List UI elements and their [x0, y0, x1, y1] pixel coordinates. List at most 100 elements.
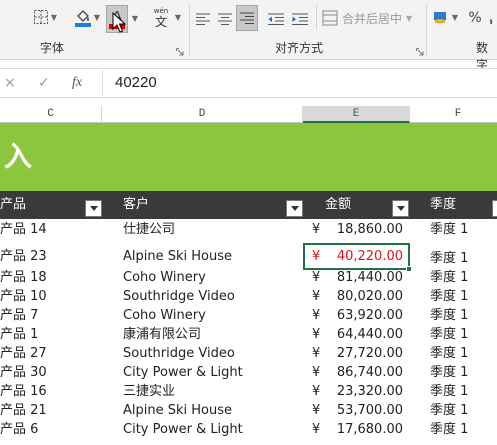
cell-amount[interactable]: 81,440.00: [337, 268, 403, 287]
cell-product[interactable]: 产品 27: [0, 344, 47, 363]
phonetic-guide-button[interactable]: wén 文 ▼: [150, 4, 182, 30]
insert-function-button[interactable]: fx: [72, 75, 82, 91]
fill-color-icon: [74, 10, 91, 27]
cell-quarter[interactable]: 季度 1: [430, 220, 468, 239]
filter-button-product[interactable]: [85, 200, 102, 217]
cell-customer[interactable]: Alpine Ski House: [123, 247, 232, 266]
cell-customer[interactable]: City Power & Light: [123, 420, 243, 439]
comma-style-button[interactable]: [486, 5, 497, 31]
cell-amount[interactable]: 86,740.00: [337, 363, 403, 382]
cell-amount[interactable]: 53,700.00: [337, 401, 403, 420]
cell-quarter[interactable]: 季度 1: [430, 287, 468, 306]
phonetic-label: wén: [154, 7, 168, 15]
column-header-e[interactable]: E: [303, 106, 410, 123]
enter-icon[interactable]: ✓: [38, 75, 50, 91]
cancel-icon[interactable]: ×: [4, 75, 16, 91]
align-left-icon: [196, 13, 210, 25]
table-row[interactable]: 产品 16 三捷实业 ¥ 23,320.00 季度 1: [0, 382, 497, 401]
table-row[interactable]: 产品 7 Coho Winery ¥ 63,920.00 季度 1: [0, 306, 497, 325]
fill-handle[interactable]: [406, 266, 412, 272]
table-body: 产品 14 仕捷公司 ¥ 18,860.00 季度 1 产品 23 Alpine…: [0, 219, 497, 445]
cell-currency: ¥: [312, 403, 321, 418]
cell-quarter[interactable]: 季度 1: [430, 344, 468, 363]
decrease-indent-button[interactable]: [265, 6, 287, 32]
font-dialog-launcher[interactable]: [176, 45, 184, 56]
cell-currency: ¥: [312, 346, 321, 361]
cell-amount[interactable]: 17,680.00: [337, 420, 403, 439]
cell-product[interactable]: 产品 16: [0, 382, 47, 401]
cell-customer[interactable]: 三捷实业: [123, 382, 175, 401]
cell-product[interactable]: 产品 21: [0, 401, 47, 420]
cell-customer[interactable]: Southridge Video: [123, 287, 235, 306]
cell-product[interactable]: 产品 10: [0, 287, 47, 306]
column-headers: C D E F: [0, 106, 497, 123]
table-row[interactable]: 产品 10 Southridge Video ¥ 80,020.00 季度 1: [0, 287, 497, 306]
borders-button[interactable]: ▼: [30, 4, 60, 30]
increase-indent-button[interactable]: [289, 6, 311, 32]
table-row[interactable]: 产品 18 Coho Winery ¥ 81,440.00 季度 1: [0, 268, 497, 287]
cell-quarter[interactable]: 季度 1: [430, 382, 468, 401]
column-header-d[interactable]: D: [102, 106, 303, 123]
accounting-format-button[interactable]: ▼: [430, 4, 460, 30]
align-right-button[interactable]: [236, 5, 258, 31]
align-left-button[interactable]: [193, 6, 213, 32]
formula-input[interactable]: 40220: [102, 70, 497, 96]
cell-product[interactable]: 产品 18: [0, 268, 47, 287]
cell-quarter[interactable]: 季度 1: [430, 306, 468, 325]
cell-product[interactable]: 产品 30: [0, 363, 47, 382]
align-center-icon: [218, 13, 232, 25]
table-row[interactable]: 产品 1 康浦有限公司 ¥ 64,440.00 季度 1: [0, 325, 497, 344]
filter-button-quarter[interactable]: [492, 200, 497, 217]
banner-title: 入: [4, 140, 33, 173]
cell-amount[interactable]: 27,720.00: [337, 344, 403, 363]
cell-amount[interactable]: 64,440.00: [337, 325, 403, 344]
cell-quarter[interactable]: 季度 1: [430, 268, 468, 287]
cell-quarter[interactable]: 季度 1: [430, 325, 468, 344]
cell-amount[interactable]: 63,920.00: [337, 306, 403, 325]
chevron-down-icon: ▼: [50, 12, 58, 22]
cell-customer[interactable]: Coho Winery: [123, 268, 206, 287]
cell-product[interactable]: 产品 1: [0, 325, 38, 344]
cell-product[interactable]: 产品 7: [0, 306, 38, 325]
table-row[interactable]: 产品 27 Southridge Video ¥ 27,720.00 季度 1: [0, 344, 497, 363]
table-row[interactable]: 产品 6 City Power & Light ¥ 17,680.00 季度 1: [0, 420, 497, 439]
cell-quarter[interactable]: 季度 1: [430, 420, 468, 439]
table-row[interactable]: 产品 30 City Power & Light ¥ 86,740.00 季度 …: [0, 363, 497, 382]
cell-customer[interactable]: 康浦有限公司: [123, 325, 201, 344]
filter-button-amount[interactable]: [392, 200, 409, 217]
column-header-f[interactable]: F: [410, 106, 497, 123]
cell-amount[interactable]: 23,320.00: [337, 382, 403, 401]
fill-color-button[interactable]: ▼: [72, 4, 102, 30]
percent-style-button[interactable]: %: [465, 5, 485, 31]
chevron-down-icon: ▼: [93, 12, 101, 22]
currency-icon: [433, 12, 446, 24]
filter-button-customer[interactable]: [286, 200, 303, 217]
merge-center-button[interactable]: 合并后居中 ▼: [322, 5, 430, 31]
column-header-c[interactable]: C: [0, 106, 102, 123]
cell-quarter[interactable]: 季度 1: [430, 363, 468, 382]
cell-customer[interactable]: 仕捷公司: [123, 220, 175, 239]
cell-customer[interactable]: City Power & Light: [123, 363, 243, 382]
cell-amount[interactable]: 18,860.00: [337, 220, 403, 239]
table-row[interactable]: 产品 21 Alpine Ski House ¥ 53,700.00 季度 1: [0, 401, 497, 420]
table-row[interactable]: 产品 14 仕捷公司 ¥ 18,860.00 季度 1: [0, 220, 497, 239]
chevron-down-icon: ▼: [131, 13, 139, 23]
cell-customer[interactable]: Alpine Ski House: [123, 401, 232, 420]
cell-amount[interactable]: 80,020.00: [337, 287, 403, 306]
cell-quarter[interactable]: 季度 1: [430, 401, 468, 420]
cell-customer[interactable]: Coho Winery: [123, 306, 206, 325]
table-row[interactable]: 产品 23 Alpine Ski House ¥ 40,220.00 季度 1: [0, 247, 497, 266]
active-cell-selection[interactable]: [303, 243, 410, 270]
alignment-dialog-launcher[interactable]: [416, 45, 424, 56]
table-header: 产品 客户 金额 季度: [0, 191, 497, 219]
cell-customer[interactable]: Southridge Video: [123, 344, 235, 363]
header-quarter: 季度: [430, 197, 457, 212]
cell-product[interactable]: 产品 6: [0, 420, 38, 439]
cell-product[interactable]: 产品 14: [0, 220, 47, 239]
filter-dropdown-icon: [290, 206, 299, 211]
cell-product[interactable]: 产品 23: [0, 247, 47, 266]
cell-currency: ¥: [312, 327, 321, 342]
cell-quarter[interactable]: 季度 1: [430, 249, 468, 268]
font-color-dropdown[interactable]: ▼: [128, 5, 140, 31]
align-center-button[interactable]: [215, 6, 235, 32]
